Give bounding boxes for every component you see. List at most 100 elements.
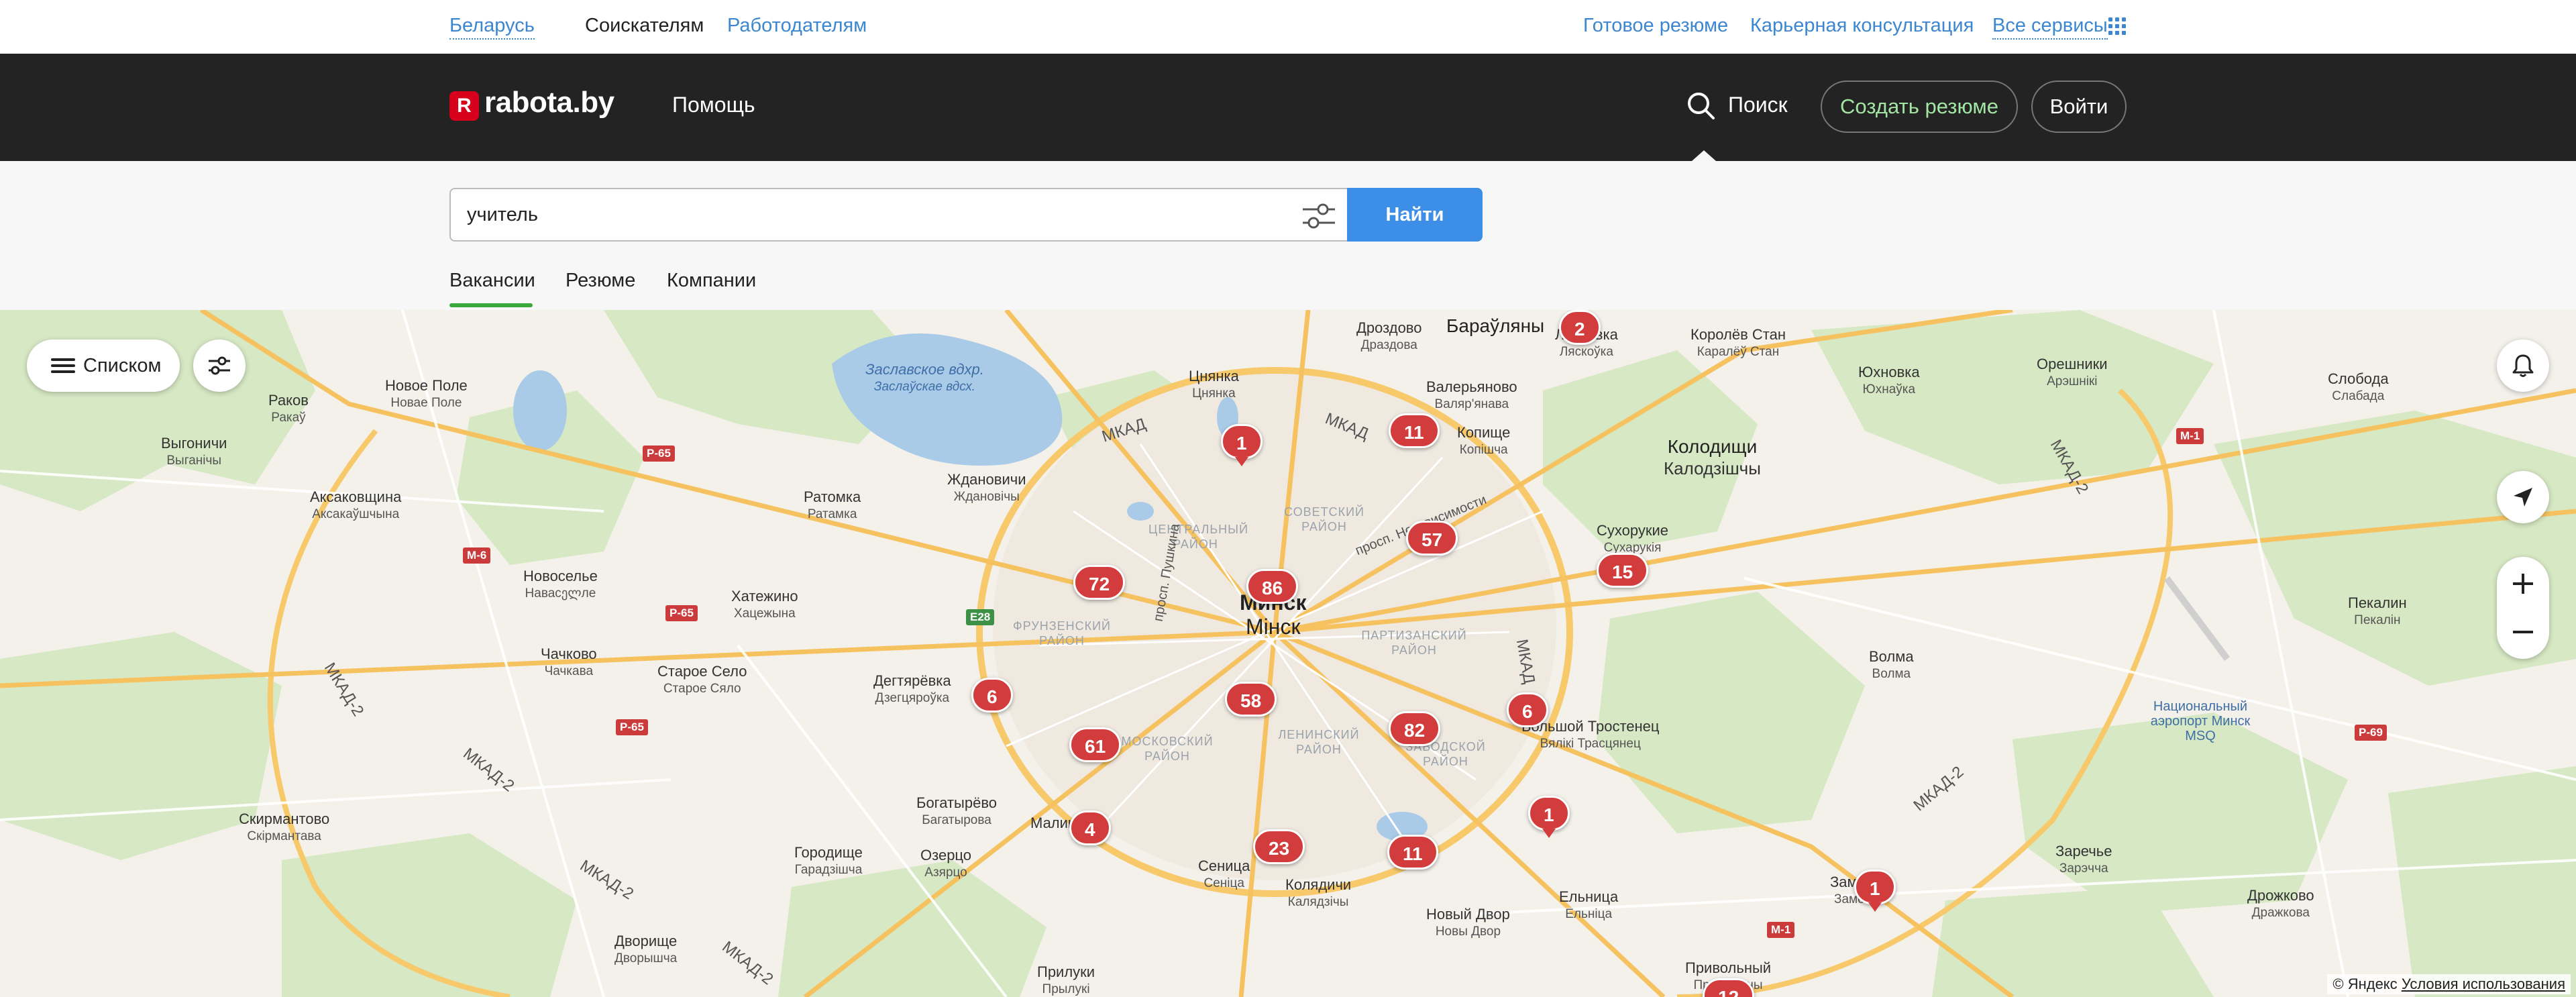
place-name: Заславское вдхр.	[865, 361, 984, 378]
employers-link[interactable]: Работодателям	[727, 15, 867, 37]
search-box	[449, 188, 1348, 242]
place-name: Озерцо	[920, 847, 972, 863]
search-input[interactable]	[467, 201, 1272, 228]
vacancy-marker[interactable]: 1	[1221, 424, 1263, 466]
ready-resume-link[interactable]: Готовое резюме	[1583, 15, 1728, 37]
career-consultation-link[interactable]: Карьерная консультация	[1750, 15, 1974, 37]
place-label: Богатырёво Багатырова	[916, 794, 997, 829]
search-link[interactable]: Поиск	[1728, 93, 1788, 117]
place-subname: Сеніца	[1203, 876, 1244, 890]
place-label: Ждановичи Ждановічы	[947, 471, 1026, 506]
place-subname: Новы Двор	[1435, 925, 1501, 939]
place-name: Ждановичи	[947, 471, 1026, 488]
place-label: Королёв Стан Каралёў Стан	[1690, 326, 1786, 361]
place-subname: Дзегцяроўка	[875, 691, 950, 705]
place-subname: Пекалін	[2354, 613, 2401, 627]
zoom-control	[2497, 557, 2549, 659]
place-label: Колядичи Калядзічы	[1285, 876, 1351, 911]
map[interactable]: Заславское вдхр. Заслаўскае вдсх. Дроздо…	[0, 310, 2576, 997]
place-subname: Цнянка	[1192, 386, 1236, 401]
terms-of-use-link[interactable]: Условия использования	[2402, 976, 2565, 992]
vacancy-cluster-marker[interactable]: 58	[1225, 682, 1277, 717]
help-link[interactable]: Помощь	[672, 93, 755, 117]
logo-icon[interactable]: R	[449, 91, 479, 121]
vacancy-cluster-marker[interactable]: 6	[971, 678, 1013, 713]
all-services-link[interactable]: Все сервисы	[1992, 15, 2108, 40]
place-name: Дрожково	[2247, 887, 2314, 904]
road-shield: М-1	[2176, 428, 2204, 444]
region-selector[interactable]: Беларусь	[449, 15, 535, 40]
place-subname: Дражкова	[2251, 906, 2310, 920]
menu-icon	[51, 358, 75, 373]
place-subname: Гарадзішча	[794, 863, 863, 877]
vacancy-cluster-marker[interactable]: 2	[1559, 310, 1601, 345]
place-name: Дроздово	[1356, 319, 1422, 336]
vacancy-cluster-marker[interactable]: 57	[1406, 521, 1458, 556]
place-subname: Ляскоўка	[1559, 345, 1613, 359]
place-subname: Прылукі	[1042, 982, 1090, 996]
airport-label: Национальный аэропорт Минск MSQ	[2147, 699, 2254, 743]
map-filter-button[interactable]	[193, 339, 246, 392]
place-subname: Ждановічы	[953, 490, 1020, 504]
place-name: Старое Село	[657, 663, 747, 680]
vacancy-cluster-marker[interactable]: 72	[1073, 565, 1126, 600]
vacancy-cluster-marker[interactable]: 11	[1389, 413, 1440, 448]
filter-sliders-icon[interactable]	[1300, 201, 1338, 231]
place-name: Городище	[794, 844, 863, 861]
zoom-out-button[interactable]	[2497, 608, 2549, 659]
place-name: Ратомка	[804, 488, 861, 505]
map-attribution: © Яндекс Условия использования	[2327, 974, 2571, 994]
place-subname: Дворышча	[614, 951, 678, 965]
tab-vacancies[interactable]: Вакансии	[449, 270, 535, 292]
place-label: Колодищи Калодзішчы	[1664, 436, 1761, 479]
road-shield: Р-65	[643, 445, 675, 462]
vacancy-cluster-marker[interactable]: 86	[1246, 569, 1299, 604]
place-label: Слобода Слабада	[2328, 370, 2389, 405]
place-subname: Каралёў Стан	[1697, 345, 1780, 359]
tab-companies[interactable]: Компании	[667, 270, 756, 292]
vacancy-cluster-marker[interactable]: 61	[1069, 727, 1122, 762]
vacancy-cluster-marker[interactable]: 23	[1253, 829, 1305, 864]
place-subname: Арэшнікі	[2047, 374, 2098, 388]
vacancy-marker[interactable]: 1	[1854, 870, 1896, 912]
logo-text[interactable]: rabota.by	[484, 86, 614, 119]
place-label: Волма Волма	[1869, 648, 1914, 683]
place-name: Королёв Стан	[1690, 326, 1786, 343]
road-shield: Е28	[966, 609, 995, 625]
subscribe-button[interactable]	[2497, 339, 2549, 392]
seekers-link[interactable]: Соискателям	[585, 15, 704, 37]
vacancy-cluster-marker[interactable]: 6	[1507, 692, 1548, 727]
zoom-in-button[interactable]	[2497, 557, 2549, 608]
vacancy-cluster-marker[interactable]: 4	[1069, 810, 1111, 845]
vacancy-cluster-marker[interactable]: 11	[1387, 835, 1438, 870]
place-name: Скирмантово	[239, 810, 330, 827]
place-name: Ельница	[1559, 888, 1619, 905]
vacancy-marker[interactable]: 1	[1528, 796, 1570, 838]
place-name: Юхновка	[1858, 364, 1920, 380]
place-name: Заречье	[2055, 843, 2112, 859]
place-name: Раков	[268, 392, 309, 409]
list-view-button[interactable]: Списком	[27, 339, 180, 392]
place-label: Аксаковщина Аксакаўшчына	[310, 488, 401, 523]
vacancy-cluster-marker[interactable]: 15	[1597, 553, 1649, 588]
geolocation-button[interactable]	[2497, 471, 2549, 523]
vacancy-cluster-marker[interactable]: 12	[1703, 978, 1755, 997]
place-subname: Юхнаўка	[1862, 382, 1916, 397]
place-name: Колодищи	[1667, 436, 1758, 457]
place-name: Копище	[1457, 424, 1511, 441]
tab-resumes[interactable]: Резюме	[566, 270, 635, 292]
create-resume-button[interactable]: Создать резюме	[1821, 81, 2018, 133]
place-name: Орешники	[2037, 356, 2108, 372]
login-button[interactable]: Войти	[2031, 81, 2127, 133]
find-button[interactable]: Найти	[1347, 188, 1483, 242]
search-icon[interactable]	[1685, 90, 1717, 122]
place-subname: Вялікі Трасцянец	[1540, 737, 1641, 751]
grid-icon[interactable]	[2108, 17, 2126, 35]
place-label: Новый Двор Новы Двор	[1426, 906, 1510, 941]
place-name: Национальный аэропорт Минск MSQ	[2150, 699, 2251, 743]
place-subname: Чачкава	[544, 664, 594, 678]
road-shield: Р-65	[616, 719, 648, 735]
place-subname: Заслаўскае вдсх.	[873, 380, 976, 394]
place-label: Заречье Зарэчча	[2055, 843, 2112, 878]
vacancy-cluster-marker[interactable]: 82	[1389, 711, 1441, 746]
